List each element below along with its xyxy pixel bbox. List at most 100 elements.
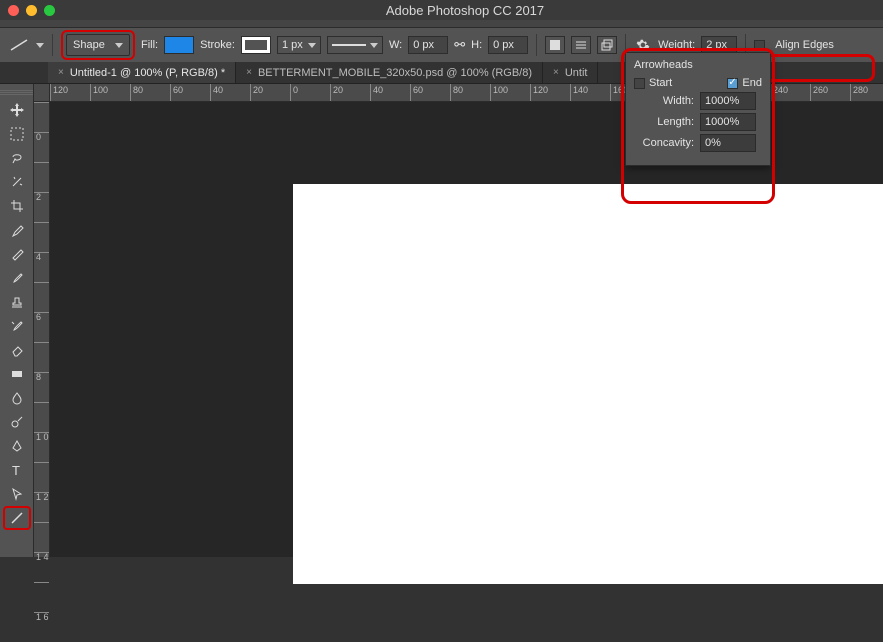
stamp-tool[interactable] bbox=[3, 290, 31, 314]
arrow-concavity-label: Concavity: bbox=[634, 137, 694, 149]
ruler-tick bbox=[34, 402, 49, 432]
ruler-tick bbox=[34, 162, 49, 192]
ruler-tick bbox=[34, 222, 49, 252]
close-icon[interactable]: × bbox=[58, 67, 64, 78]
tool-preset-chevron-icon[interactable] bbox=[36, 43, 44, 48]
arrow-length-input[interactable] bbox=[700, 113, 756, 131]
ruler-tick: 0 bbox=[290, 84, 330, 101]
panel-grip[interactable] bbox=[0, 90, 33, 96]
ruler-tick: 120 bbox=[530, 84, 570, 101]
ruler-tick: 100 bbox=[90, 84, 130, 101]
eyedropper-tool[interactable] bbox=[3, 218, 31, 242]
document-canvas[interactable] bbox=[293, 184, 883, 584]
ruler-tick: 80 bbox=[450, 84, 490, 101]
ruler-tick: 260 bbox=[810, 84, 850, 101]
tools-panel: T bbox=[0, 84, 34, 557]
dodge-tool[interactable] bbox=[3, 410, 31, 434]
tab-doc-1[interactable]: × Untitled-1 @ 100% (P, RGB/8) * bbox=[48, 62, 236, 83]
align-edges-checkbox[interactable] bbox=[754, 40, 765, 51]
fill-label: Fill: bbox=[141, 39, 158, 51]
popover-title: Arrowheads bbox=[634, 59, 762, 71]
close-icon[interactable]: × bbox=[246, 67, 252, 78]
width-label: W: bbox=[389, 39, 402, 51]
lasso-tool[interactable] bbox=[3, 146, 31, 170]
end-checkbox[interactable] bbox=[727, 78, 738, 89]
ruler-tick: 40 bbox=[210, 84, 250, 101]
move-tool[interactable] bbox=[3, 98, 31, 122]
path-arrangement-button[interactable] bbox=[597, 36, 617, 54]
divider bbox=[536, 34, 537, 56]
start-label: Start bbox=[649, 77, 672, 89]
start-checkbox[interactable] bbox=[634, 78, 645, 89]
arrowheads-popover: Arrowheads Start End Width: Length: Conc… bbox=[625, 52, 771, 166]
history-brush-tool[interactable] bbox=[3, 314, 31, 338]
tab-doc-2[interactable]: × BETTERMENT_MOBILE_320x50.psd @ 100% (RG… bbox=[236, 62, 543, 83]
close-icon[interactable]: × bbox=[553, 67, 559, 78]
menu-bar[interactable] bbox=[0, 20, 883, 28]
tab-doc-3[interactable]: × Untit bbox=[543, 62, 598, 83]
window-controls bbox=[8, 5, 55, 16]
stroke-swatch[interactable] bbox=[241, 36, 271, 54]
arrow-concavity-input[interactable] bbox=[700, 134, 756, 152]
start-option[interactable]: Start bbox=[634, 77, 672, 89]
type-tool[interactable]: T bbox=[3, 458, 31, 482]
viewport[interactable] bbox=[50, 102, 883, 557]
ruler-vertical[interactable]: 024681 01 21 41 6 bbox=[34, 102, 50, 557]
chevron-down-icon bbox=[370, 43, 378, 48]
ruler-origin[interactable] bbox=[34, 84, 50, 102]
ruler-tick bbox=[34, 102, 49, 132]
path-alignment-button[interactable] bbox=[571, 36, 591, 54]
ruler-tick: 100 bbox=[490, 84, 530, 101]
gradient-tool[interactable] bbox=[3, 362, 31, 386]
stroke-label: Stroke: bbox=[200, 39, 235, 51]
ruler-tick: 80 bbox=[130, 84, 170, 101]
fill-swatch[interactable] bbox=[164, 36, 194, 54]
tab-label: Untit bbox=[565, 67, 588, 79]
chevron-down-icon bbox=[115, 43, 123, 48]
ruler-tick: 280 bbox=[850, 84, 883, 101]
ruler-tick: 120 bbox=[50, 84, 90, 101]
ruler-tick: 1 6 bbox=[34, 612, 49, 642]
crop-tool[interactable] bbox=[3, 194, 31, 218]
end-label: End bbox=[742, 77, 762, 89]
path-select-tool[interactable] bbox=[3, 482, 31, 506]
ruler-tick: 140 bbox=[570, 84, 610, 101]
close-icon[interactable] bbox=[8, 5, 19, 16]
line-tool-icon bbox=[8, 37, 30, 53]
ruler-tick: 20 bbox=[250, 84, 290, 101]
maximize-icon[interactable] bbox=[44, 5, 55, 16]
minimize-icon[interactable] bbox=[26, 5, 37, 16]
line-tool[interactable] bbox=[3, 506, 31, 530]
tab-label: BETTERMENT_MOBILE_320x50.psd @ 100% (RGB… bbox=[258, 67, 532, 79]
chevron-down-icon bbox=[308, 43, 316, 48]
width-input[interactable] bbox=[408, 36, 448, 54]
svg-text:T: T bbox=[12, 463, 20, 477]
ruler-tick: 4 bbox=[34, 252, 49, 282]
eraser-tool[interactable] bbox=[3, 338, 31, 362]
healing-tool[interactable] bbox=[3, 242, 31, 266]
ruler-tick bbox=[34, 342, 49, 372]
marquee-tool[interactable] bbox=[3, 122, 31, 146]
ruler-tick bbox=[34, 522, 49, 552]
ruler-tick: 8 bbox=[34, 372, 49, 402]
path-operations-button[interactable] bbox=[545, 36, 565, 54]
ruler-tick bbox=[34, 462, 49, 492]
tool-mode-dropdown[interactable]: Shape bbox=[66, 34, 130, 56]
height-input[interactable] bbox=[488, 36, 528, 54]
brush-tool[interactable] bbox=[3, 266, 31, 290]
highlight-shape-mode: Shape bbox=[61, 30, 135, 60]
end-option[interactable]: End bbox=[727, 77, 762, 89]
stroke-style-dropdown[interactable] bbox=[327, 36, 383, 54]
link-icon[interactable]: ⚯ bbox=[454, 37, 465, 53]
arrow-width-input[interactable] bbox=[700, 92, 756, 110]
stroke-width-dropdown[interactable]: 1 px bbox=[277, 36, 321, 54]
magic-wand-tool[interactable] bbox=[3, 170, 31, 194]
align-edges-label: Align Edges bbox=[775, 39, 834, 51]
pen-tool[interactable] bbox=[3, 434, 31, 458]
ruler-tick: 6 bbox=[34, 312, 49, 342]
height-label: H: bbox=[471, 39, 482, 51]
tab-label: Untitled-1 @ 100% (P, RGB/8) * bbox=[70, 67, 225, 79]
ruler-tick: 60 bbox=[410, 84, 450, 101]
blur-tool[interactable] bbox=[3, 386, 31, 410]
ruler-tick: 0 bbox=[34, 132, 49, 162]
